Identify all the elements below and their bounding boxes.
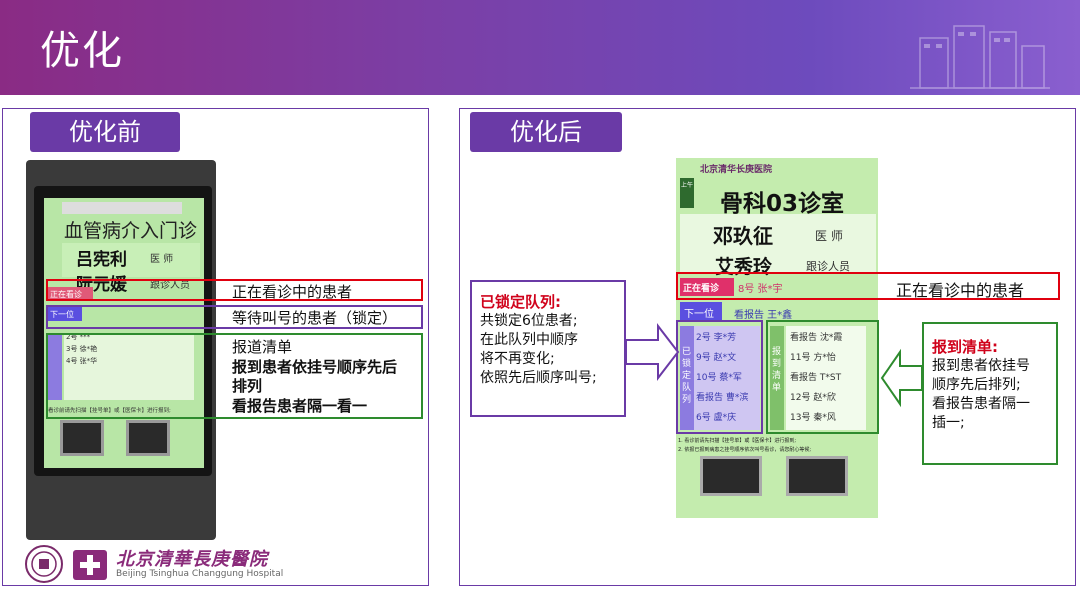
after-doctor-role: 医 师 (815, 229, 843, 243)
locked-callout-line: 依照先后顺序叫号; (480, 370, 597, 386)
after-hospital-name: 北京清华长庚医院 (700, 165, 773, 175)
arrow-left-icon (880, 348, 923, 408)
locked-callout-line: 共锁定6位患者; (480, 313, 578, 329)
report-callout-title: 报到清单: (932, 338, 998, 356)
after-corner-tag: 上午 (680, 178, 694, 208)
locked-callout-line: 在此队列中顺序 (480, 332, 578, 348)
report-callout-line: 插一; (932, 415, 965, 431)
after-locked-highlight (676, 320, 763, 434)
after-tag: 优化后 (470, 112, 622, 152)
before-now-note: 正在看诊中的患者 (232, 283, 353, 301)
after-doctor-name: 邓玖征 (713, 224, 773, 248)
slide-header: 优化 (0, 0, 1080, 95)
before-doctor-role: 医 师 (150, 254, 174, 265)
building-watermark-icon (910, 25, 1050, 89)
after-scanner-right (786, 456, 848, 496)
arrow-right-icon (625, 323, 680, 381)
university-seal-icon (25, 545, 63, 583)
report-callout-line: 看报告患者隔一 (932, 396, 1030, 412)
locked-callout-title: 已锁定队列: (480, 293, 561, 311)
scanner-right (126, 420, 170, 456)
before-report-line3: 看报告患者隔一看一 (232, 397, 368, 415)
locked-callout-line: 将不再变化; (480, 351, 555, 367)
before-tag: 优化前 (30, 112, 180, 152)
before-next-note: 等待叫号的患者（锁定） (232, 309, 398, 327)
after-next-patient: 看报告 王*鑫 (734, 310, 793, 321)
before-room-title: 血管病介入门诊 (64, 220, 198, 242)
report-callout-line: 报到患者依挂号 (932, 358, 1030, 374)
before-report-line1: 报到患者依挂号顺序先后 (232, 358, 398, 376)
before-report-title: 报道清单 (232, 338, 293, 356)
logo-english-name: Beijing Tsinghua Changgung Hospital (116, 569, 284, 579)
report-callout-line: 顺序先后排列; (932, 377, 1021, 393)
after-now-note: 正在看诊中的患者 (896, 281, 1025, 300)
after-screen-footer-2: 2. 依报已报到病患之挂号顺序依次叫号看诊，请您耐心等候; (678, 447, 812, 453)
after-next-label: 下一位 (684, 309, 714, 320)
scanner-left (60, 420, 104, 456)
logo-chinese-name: 北京清華長庚醫院 (116, 549, 268, 570)
after-report-highlight (766, 320, 879, 434)
after-scanner-left (700, 456, 762, 496)
before-doctor-name: 吕宪利 (76, 250, 127, 270)
hospital-banner (62, 202, 182, 214)
after-room-title: 骨科03诊室 (720, 191, 845, 217)
hospital-logo-icon (73, 550, 107, 580)
before-report-line2: 排列 (232, 377, 263, 395)
slide-title: 优化 (40, 28, 124, 74)
after-screen-footer-1: 1. 看诊前请先扫描【挂号单】或【医保卡】进行报到; (678, 438, 797, 444)
